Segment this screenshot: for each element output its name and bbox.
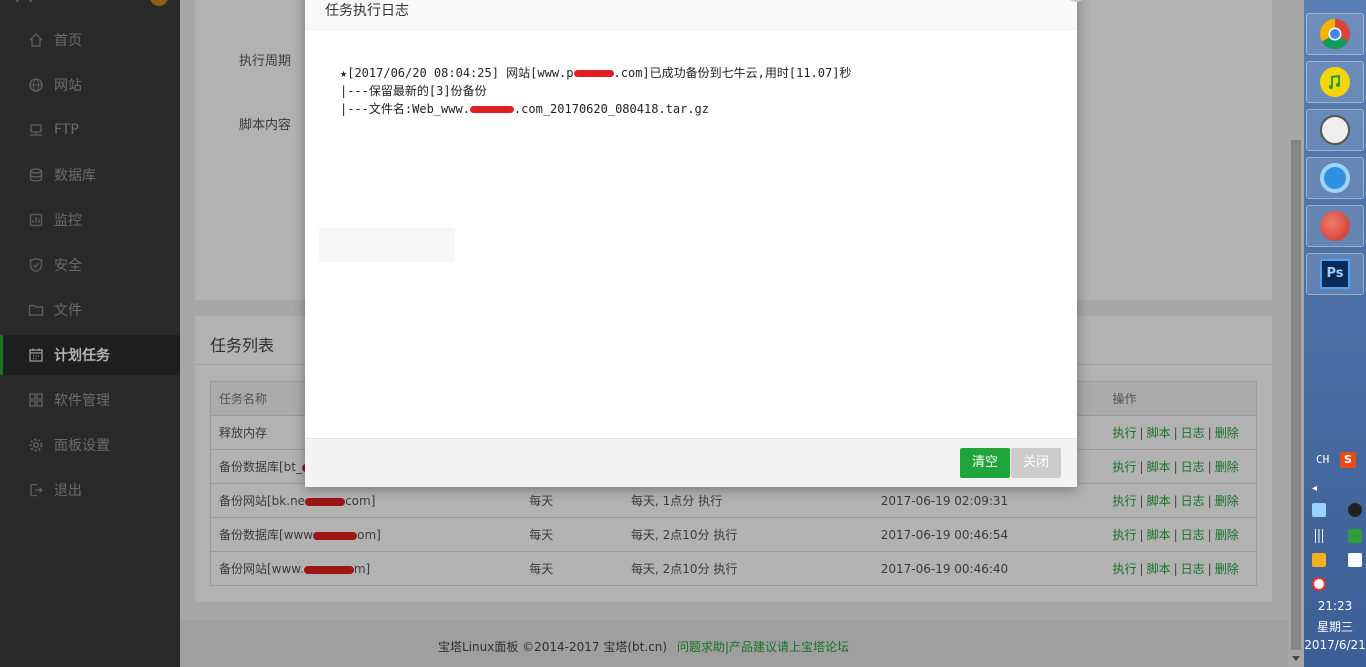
dialog-title: 任务执行日志 [325,3,409,19]
clear-button[interactable]: 清空 [960,448,1011,478]
tray-row: ◂ [1312,480,1362,496]
tray-row [1312,502,1362,518]
close-button[interactable]: 关闭 [1011,448,1062,478]
dialog-header: 任务执行日志 [305,0,1077,30]
tray-row [1312,528,1362,544]
user-app-icon[interactable] [1306,109,1364,151]
tray-expand-icon[interactable]: ◂ [1312,483,1317,494]
music-icon[interactable] [1306,61,1364,103]
dialog-footer: 清空 关闭 [305,438,1077,487]
bird-app-icon[interactable] [1306,205,1364,247]
language-indicator[interactable]: CH [1316,453,1329,466]
tray-row [1312,576,1362,592]
ime-icon[interactable]: S [1340,452,1356,468]
task-log-dialog: 任务执行日志 ★[2017/06/20 08:04:25] 网站[www.p .c… [305,0,1087,487]
windows-taskbar: Ps CH S ◂ 21:23 星期三 2017/6/21 [1304,0,1366,667]
shield-tray-icon[interactable] [1312,553,1326,567]
browser-icon[interactable] [1306,157,1364,199]
signal-icon[interactable] [1312,529,1326,543]
clipboard-icon[interactable] [1348,553,1362,567]
log-content: ★[2017/06/20 08:04:25] 网站[www.p .com]已成功备… [340,66,852,116]
volume-muted-icon[interactable] [1312,577,1326,591]
clock-weekday[interactable]: 星期三 [1304,618,1366,635]
faded-element [319,228,455,262]
clock-time[interactable]: 21:23 [1304,599,1366,613]
chrome-icon[interactable] [1306,13,1364,55]
redaction-mark [573,70,614,77]
qq-icon[interactable] [1348,503,1362,517]
photoshop-icon[interactable]: Ps [1306,253,1364,295]
security-app-icon[interactable] [1348,529,1362,543]
clock-date[interactable]: 2017/6/21 [1304,638,1366,652]
redaction-mark [469,106,514,113]
tray-row [1312,552,1362,568]
network-app-icon[interactable] [1312,503,1326,517]
